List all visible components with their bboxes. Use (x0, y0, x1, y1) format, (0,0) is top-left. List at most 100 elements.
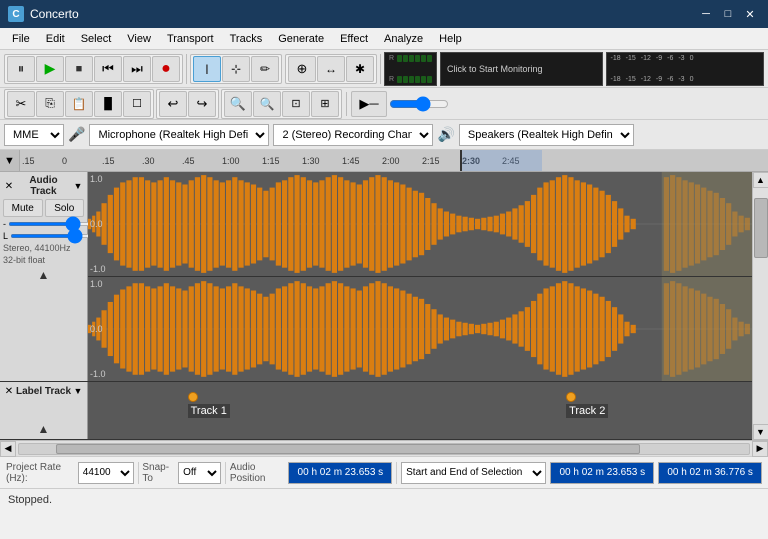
timeline[interactable]: ▼ .15 0 .15 .30 .45 1:00 1:15 1:30 1:45 … (0, 150, 768, 172)
record-button[interactable]: ● (152, 56, 180, 82)
channels-select[interactable]: 2 (Stereo) Recording Channels (273, 124, 433, 146)
vu-r2-label: R (389, 76, 396, 83)
separator2 (380, 54, 381, 84)
api-select[interactable]: MME (4, 124, 64, 146)
label-pin-1[interactable] (188, 392, 198, 402)
speaker-select[interactable]: Speakers (Realtek High Definiti (459, 124, 634, 146)
zoom-in-button[interactable]: 🔍 (224, 91, 252, 117)
db-top-label: 1.0 (90, 174, 103, 184)
mark-215: 2:15 (422, 156, 440, 166)
audio-pos-display[interactable]: 00 h 02 m 23.653 s (288, 462, 392, 484)
maximize-button[interactable]: □ (718, 6, 738, 22)
vertical-scrollbar[interactable]: ▲ ▼ (752, 172, 768, 440)
multi-tool-button[interactable]: ✱ (346, 56, 374, 82)
zoom-sel-button[interactable]: ⊞ (311, 91, 339, 117)
label-item-2[interactable]: Track 2 (566, 392, 608, 418)
scrollbar-down-arrow[interactable]: ▼ (753, 424, 768, 440)
pan-row: L R (3, 231, 84, 241)
toolbar-row2: ✂ ⎘ 📋 ▐▌ ☐ ↩ ↪ 🔍 🔍 ⊡ ⊞ ▶─ (0, 88, 768, 120)
play-button[interactable]: ▶ (36, 56, 64, 82)
pause-button[interactable]: ⏸ (7, 56, 35, 82)
draw-tool-button[interactable]: ✏ (251, 56, 279, 82)
mark-130: 1:30 (302, 156, 320, 166)
track-info-line1: Stereo, 44100Hz (3, 243, 84, 255)
redo-button[interactable]: ↪ (188, 91, 216, 117)
zoom-controls: 🔍 🔍 ⊡ ⊞ (221, 89, 342, 119)
label-text-1: Track 1 (188, 404, 230, 418)
skip-back-button[interactable]: ⏮ (94, 56, 122, 82)
menu-view[interactable]: View (119, 31, 159, 47)
h-scrollbar-right-arrow[interactable]: ▶ (752, 441, 768, 457)
menu-effect[interactable]: Effect (332, 31, 376, 47)
menu-select[interactable]: Select (73, 31, 120, 47)
db-mid-bot-label: 0.0 (90, 324, 103, 334)
minimize-button[interactable]: ─ (696, 6, 716, 22)
play-speed-slider[interactable] (389, 97, 449, 111)
snap-to-select[interactable]: Off (178, 462, 221, 484)
time-shift-tool-button[interactable]: ↔ (317, 56, 345, 82)
zoom-fit-button[interactable]: ⊡ (282, 91, 310, 117)
selection-tool-button[interactable]: I (193, 56, 221, 82)
skip-forward-button[interactable]: ⏭ (123, 56, 151, 82)
undo-button[interactable]: ↩ (159, 91, 187, 117)
label-pin-2[interactable] (566, 392, 576, 402)
label-track-title-row: ✕ Label Track ▼ (3, 385, 84, 397)
title-bar-left: C Concerto (8, 6, 79, 22)
h-scrollbar-thumb[interactable] (56, 444, 640, 454)
sel-end-display[interactable]: 00 h 02 m 36.776 s (658, 462, 762, 484)
menu-transport[interactable]: Transport (159, 31, 222, 47)
track-info-line2: 32-bit float (3, 255, 84, 267)
menu-generate[interactable]: Generate (270, 31, 332, 47)
waveform-channel-top: 1.0 0.0 -1.0 (88, 172, 752, 277)
timeline-selection (462, 150, 542, 171)
bottom-status-bar: Stopped. (0, 488, 768, 510)
horizontal-scrollbar[interactable]: ◀ ▶ (0, 440, 768, 456)
paste-button[interactable]: 📋 (65, 91, 93, 117)
label-item-1[interactable]: Track 1 (188, 392, 230, 418)
audio-track: ✕ Audio Track ▼ Mute Solo - + L R (0, 172, 752, 382)
label-track-expand-row: ▲ (3, 422, 84, 436)
track-expand-button[interactable]: ▲ (38, 268, 50, 282)
timeline-arrow-icon[interactable]: ▼ (0, 150, 20, 172)
trim-button[interactable]: ▐▌ (94, 91, 122, 117)
play-at-speed-button[interactable]: ▶─ (351, 91, 387, 117)
sel-start-display[interactable]: 00 h 02 m 23.653 s (550, 462, 654, 484)
solo-button[interactable]: Solo (45, 199, 85, 217)
audio-track-collapse[interactable]: ▼ (72, 180, 84, 192)
menu-edit[interactable]: Edit (38, 31, 73, 47)
envelope-tool-button[interactable]: ⊹ (222, 56, 250, 82)
copy-button[interactable]: ⎘ (36, 91, 64, 117)
scrollbar-up-arrow[interactable]: ▲ (753, 172, 768, 188)
edit-tools: ✂ ⎘ 📋 ▐▌ ☐ (4, 89, 154, 119)
menu-analyze[interactable]: Analyze (376, 31, 431, 47)
mark-neg15: .15 (22, 156, 35, 166)
label-track-expand-button[interactable]: ▲ (38, 422, 50, 436)
monitor-button[interactable]: Click to Start Monitoring (440, 52, 603, 86)
menu-help[interactable]: Help (431, 31, 470, 47)
audio-track-name: Audio Track (15, 175, 72, 197)
mic-select[interactable]: Microphone (Realtek High Defini (89, 124, 269, 146)
label-track-close[interactable]: ✕ (3, 385, 15, 397)
scrollbar-thumb[interactable] (754, 198, 768, 258)
menu-tracks[interactable]: Tracks (222, 31, 271, 47)
project-rate-select[interactable]: 44100 (78, 462, 134, 484)
toolbar-row1: ⏸ ▶ ■ ⏮ ⏭ ● I ⊹ ✏ ⊕ ↔ ✱ R (0, 50, 768, 88)
timeline-scale: .15 0 .15 .30 .45 1:00 1:15 1:30 1:45 2:… (20, 150, 768, 171)
label-track-collapse[interactable]: ▼ (72, 385, 84, 397)
status-sep1 (138, 462, 139, 484)
tracks-container: ✕ Audio Track ▼ Mute Solo - + L R (0, 172, 752, 440)
label-track-content[interactable]: Track 1 Track 2 (88, 382, 752, 439)
audio-track-close[interactable]: ✕ (3, 180, 15, 192)
mute-button[interactable]: Mute (3, 199, 43, 217)
silence-button[interactable]: ☐ (123, 91, 151, 117)
selection-format-select[interactable]: Start and End of Selection (401, 462, 546, 484)
zoom-out-button[interactable]: 🔍 (253, 91, 281, 117)
mark-30: .30 (142, 156, 155, 166)
cut-button[interactable]: ✂ (7, 91, 35, 117)
h-scrollbar-left-arrow[interactable]: ◀ (0, 441, 16, 457)
waveform-area[interactable]: 1.0 0.0 -1.0 (88, 172, 752, 381)
stop-button[interactable]: ■ (65, 56, 93, 82)
zoom-tool-button[interactable]: ⊕ (288, 56, 316, 82)
menu-file[interactable]: File (4, 31, 38, 47)
close-button[interactable]: ✕ (740, 6, 760, 22)
